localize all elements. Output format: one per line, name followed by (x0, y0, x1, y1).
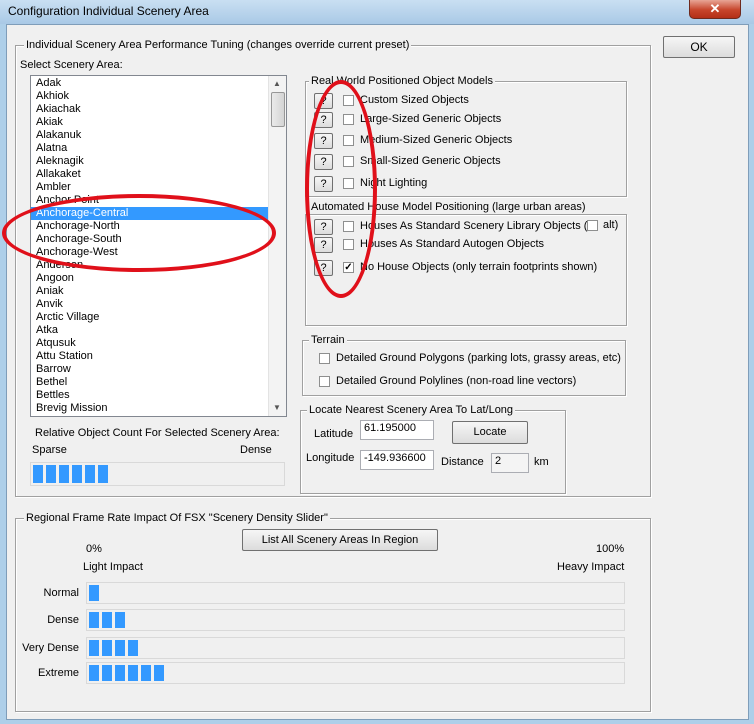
pct-low-label: 0% (86, 543, 102, 555)
level-segment (59, 465, 69, 483)
density-label: Dense (47, 614, 79, 626)
impact-bar (86, 609, 625, 631)
option-label: Small-Sized Generic Objects (360, 155, 501, 167)
list-item[interactable]: Akiak (31, 116, 272, 129)
level-segment (128, 640, 138, 656)
list-item[interactable]: Ambler (31, 181, 272, 194)
list-item[interactable]: Allakaket (31, 168, 272, 181)
select-area-label: Select Scenery Area: (20, 59, 123, 71)
scroll-up-icon[interactable]: ▲ (269, 76, 285, 92)
option-label: Houses As Standard Scenery Library Objec… (360, 220, 588, 232)
impact-bar (86, 637, 625, 659)
density-label: Very Dense (22, 642, 79, 654)
terrain-checkbox[interactable] (319, 376, 330, 387)
density-label: Extreme (38, 667, 79, 679)
distance-label: Distance (441, 456, 484, 468)
scroll-down-icon[interactable]: ▼ (269, 400, 285, 416)
level-segment (141, 665, 151, 681)
list-item[interactable]: Angoon (31, 272, 272, 285)
level-segment (154, 665, 164, 681)
list-item[interactable]: Anvik (31, 298, 272, 311)
locate-legend: Locate Nearest Scenery Area To Lat/Long (307, 404, 516, 416)
level-segment (89, 640, 99, 656)
terrain-legend: Terrain (309, 334, 347, 346)
terrain-label: Detailed Ground Polygons (parking lots, … (336, 352, 621, 364)
annotation-oval-list (2, 194, 276, 272)
list-item[interactable]: Bethel (31, 376, 272, 389)
level-segment (98, 465, 108, 483)
list-item[interactable]: Akhiok (31, 90, 272, 103)
list-item[interactable]: Akiachak (31, 103, 272, 116)
level-segment (128, 665, 138, 681)
level-segment (72, 465, 82, 483)
window-title: Configuration Individual Scenery Area (8, 4, 209, 18)
dense-label: Dense (240, 444, 272, 456)
latitude-label: Latitude (314, 428, 354, 440)
impact-bar (86, 582, 625, 604)
longitude-label: Longitude (306, 452, 355, 464)
list-item[interactable]: Brevig Mission (31, 402, 272, 415)
option-label: Medium-Sized Generic Objects (360, 134, 513, 146)
list-item[interactable]: Alakanuk (31, 129, 272, 142)
list-item[interactable]: Alatna (31, 142, 272, 155)
option-label: Custom Sized Objects (360, 94, 469, 106)
list-item[interactable]: Bettles (31, 389, 272, 402)
option-label: No House Objects (only terrain footprint… (360, 261, 598, 273)
list-item[interactable]: Arctic Village (31, 311, 272, 324)
annotation-oval-buttons (305, 80, 377, 298)
list-all-areas-button[interactable]: List All Scenery Areas In Region (242, 529, 438, 551)
relative-count-bar (30, 462, 285, 486)
level-segment (46, 465, 56, 483)
level-segment (115, 612, 125, 628)
list-item[interactable]: Atqusuk (31, 337, 272, 350)
locate-button[interactable]: Locate (452, 421, 528, 444)
list-item[interactable]: Adak (31, 77, 272, 90)
list-item[interactable]: Aleknagik (31, 155, 272, 168)
latitude-input[interactable]: 61.195000 (360, 420, 434, 440)
km-label: km (534, 456, 549, 468)
level-segment (89, 665, 99, 681)
density-label: Normal (43, 587, 79, 599)
level-segment (115, 640, 125, 656)
tuning-legend: Individual Scenery Area Performance Tuni… (24, 39, 412, 51)
list-item[interactable]: Aniak (31, 285, 272, 298)
list-item[interactable]: Attu Station (31, 350, 272, 363)
level-segment (102, 665, 112, 681)
level-segment (102, 612, 112, 628)
option-label: Houses As Standard Autogen Objects (360, 238, 545, 250)
terrain-label: Detailed Ground Polylines (non-road line… (336, 375, 577, 387)
level-segment (115, 665, 125, 681)
option-label: Large-Sized Generic Objects (360, 113, 502, 125)
regional-legend: Regional Frame Rate Impact Of FSX "Scene… (24, 512, 330, 524)
level-segment (102, 640, 112, 656)
scroll-thumb[interactable] (271, 92, 285, 127)
alt-checkbox[interactable] (587, 220, 598, 231)
longitude-input[interactable]: -149.936600 (360, 450, 434, 470)
level-segment (33, 465, 43, 483)
light-impact-label: Light Impact (83, 561, 143, 573)
close-button[interactable]: ✕ (689, 0, 741, 19)
list-item[interactable]: Barrow (31, 363, 272, 376)
pct-high-label: 100% (596, 543, 625, 555)
impact-bar (86, 662, 625, 684)
level-segment (85, 465, 95, 483)
heavy-impact-label: Heavy Impact (557, 561, 625, 573)
terrain-group (302, 340, 626, 396)
distance-field: 2 (491, 453, 529, 473)
level-segment (89, 612, 99, 628)
ok-button[interactable]: OK (663, 36, 735, 58)
alt-label: alt) (603, 219, 619, 231)
terrain-checkbox[interactable] (319, 353, 330, 364)
relative-count-label: Relative Object Count For Selected Scene… (35, 427, 280, 439)
list-item[interactable]: Atka (31, 324, 272, 337)
sparse-label: Sparse (32, 444, 67, 456)
level-segment (89, 585, 99, 601)
list-scrollbar[interactable]: ▲ ▼ (268, 76, 286, 416)
